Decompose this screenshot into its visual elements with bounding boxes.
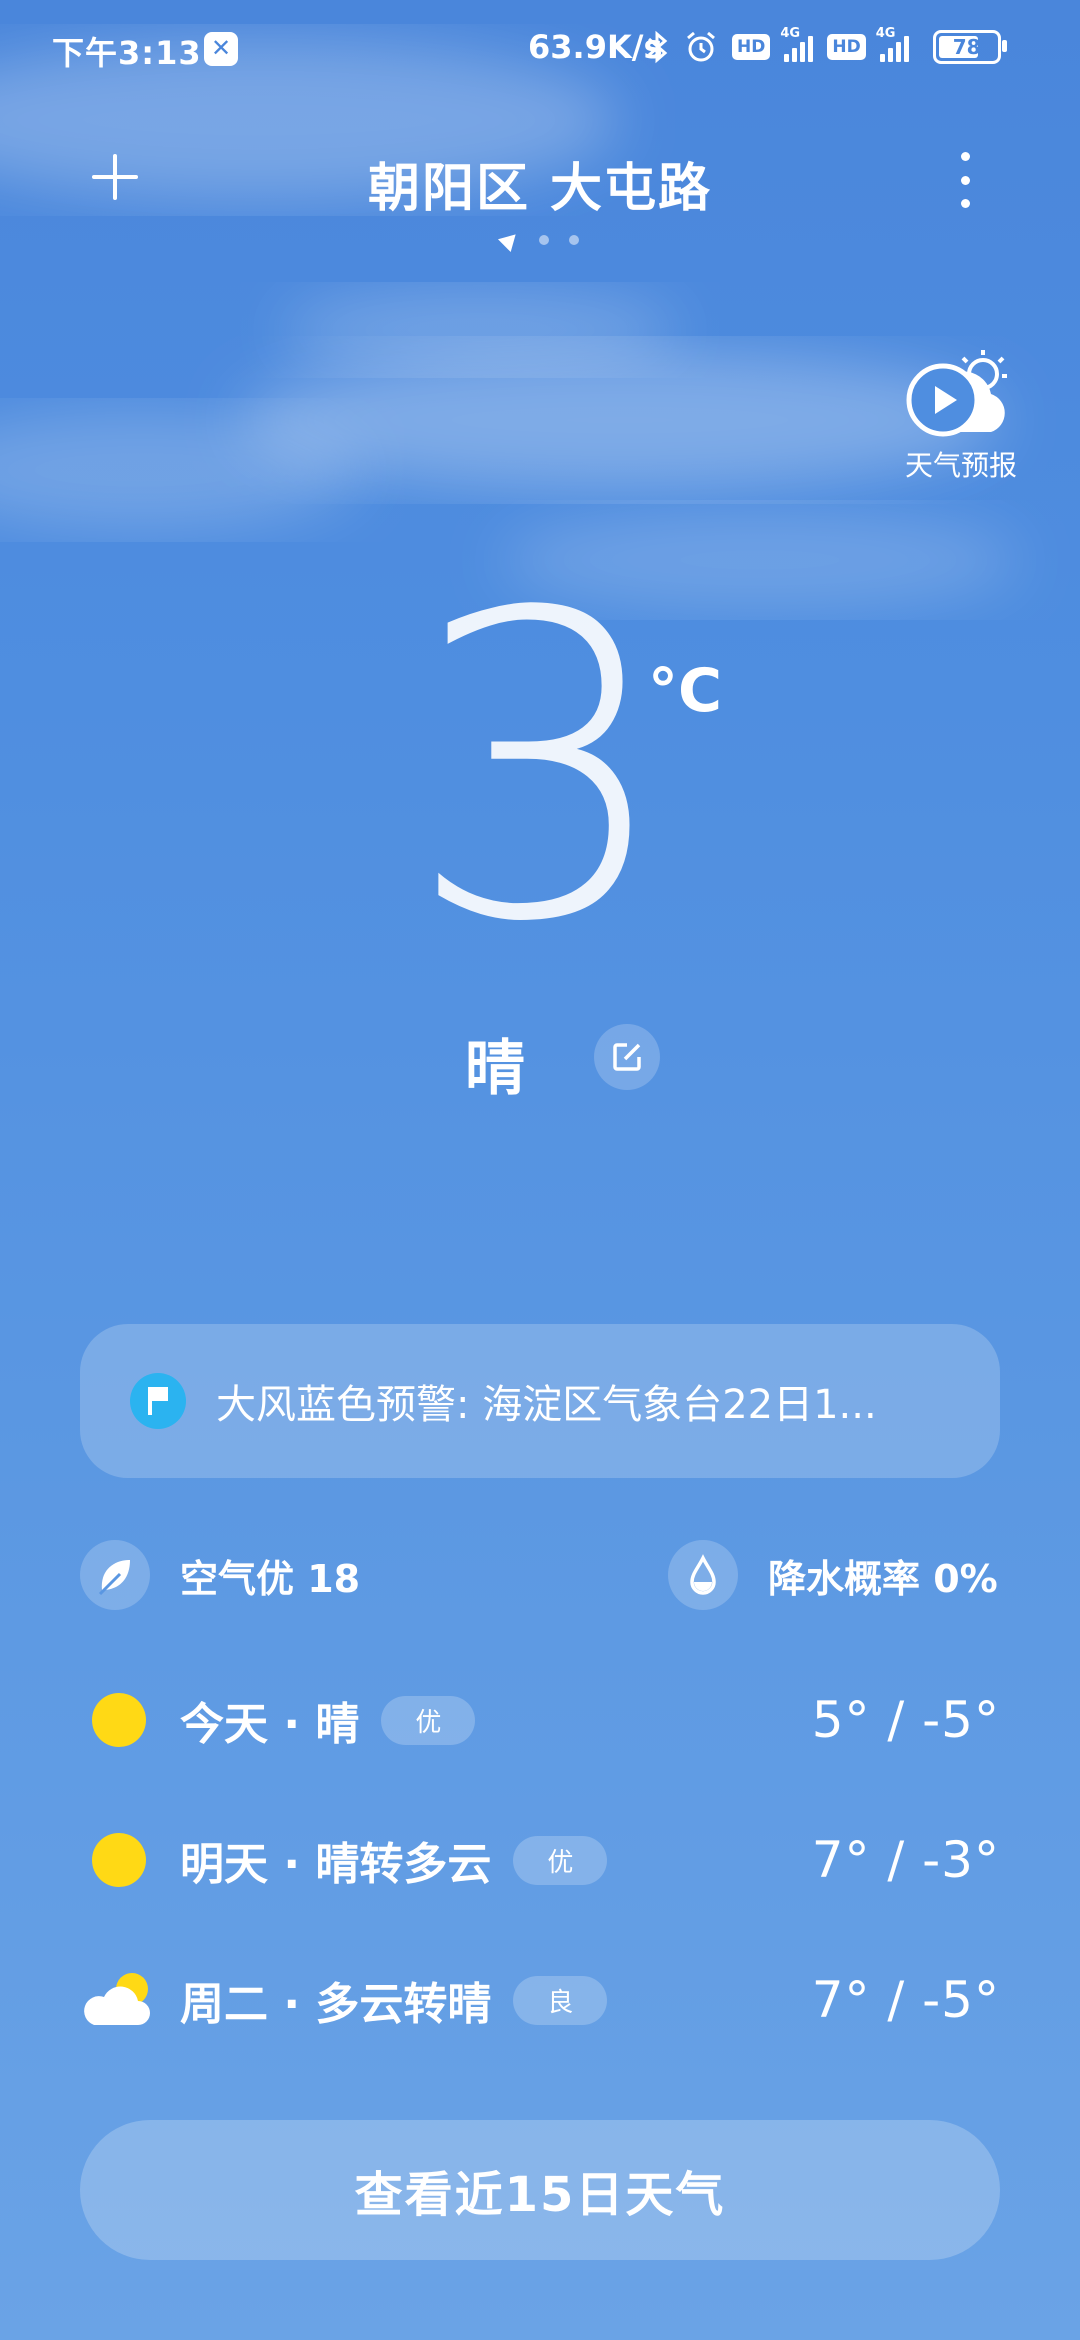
forecast-row-tuesday[interactable]: 周二 · 多云转晴 良 7° / -5°	[80, 1960, 1000, 2040]
forecast-temp: 7° / -5°	[811, 1971, 1000, 2029]
edit-icon	[613, 1043, 641, 1071]
forecast-row-tomorrow[interactable]: 明天 · 晴转多云 优 7° / -3°	[80, 1820, 1000, 1900]
forecast-temp: 5° / -5°	[811, 1691, 1000, 1749]
status-icons: HD 4G HD 4G 78	[646, 26, 1007, 64]
network-type-1: 4G	[780, 26, 801, 41]
weather-forecast-video-button[interactable]: 天气预报	[896, 344, 1026, 484]
weather-condition: 晴	[0, 1020, 1080, 1107]
play-cloud-icon	[906, 350, 1007, 437]
leaf-icon	[80, 1540, 150, 1610]
status-bar: 下午3:13 63.9K/s HD 4G HD 4G 78	[0, 0, 1080, 96]
sun-icon	[80, 1825, 150, 1895]
cloud-sun-icon	[80, 1965, 150, 2035]
battery-level: 78	[952, 35, 981, 59]
page-indicator	[0, 227, 1080, 253]
alert-text: 大风蓝色预警: 海淀区气象台22日1...	[216, 1382, 877, 1428]
more-menu-button[interactable]	[950, 152, 980, 208]
page-dot	[569, 235, 579, 245]
signal-icon-2: 4G	[876, 26, 909, 62]
water-drop-icon	[668, 1540, 738, 1610]
location-title[interactable]: 朝阳区 大屯路	[0, 146, 1080, 221]
forecast-day: 今天 · 晴	[180, 1699, 360, 1750]
forecast-day: 明天 · 晴转多云	[180, 1839, 492, 1890]
forecast-video-label: 天气预报	[904, 449, 1017, 482]
status-time: 下午3:13	[52, 34, 202, 72]
forecast-row-today[interactable]: 今天 · 晴 优 5° / -5°	[80, 1680, 1000, 1760]
forecast-temp: 7° / -3°	[811, 1831, 1000, 1889]
warning-flag-icon	[130, 1373, 186, 1429]
location-arrow-icon	[497, 227, 523, 253]
hd-badge-2: HD	[827, 34, 866, 60]
aqi-badge: 优	[381, 1695, 476, 1745]
precipitation-text: 降水概率 0%	[768, 1556, 998, 1601]
aqi-badge: 良	[513, 1975, 608, 2025]
signal-icon-1: 4G	[780, 26, 814, 62]
page-dot	[539, 235, 549, 245]
condition-text: 晴	[465, 1034, 525, 1104]
alarm-icon	[687, 31, 715, 62]
network-type-2: 4G	[875, 26, 896, 41]
aqi-badge: 优	[513, 1835, 608, 1885]
temperature-value: 3	[406, 525, 674, 1014]
precipitation-info[interactable]: 降水概率 0%	[668, 1540, 998, 1610]
edit-condition-button[interactable]	[594, 1024, 660, 1090]
battery-icon: 78	[932, 30, 1007, 64]
forecast-day: 周二 · 多云转晴	[180, 1979, 492, 2030]
bluetooth-icon	[648, 30, 668, 64]
air-quality-text: 空气优 18	[180, 1556, 361, 1601]
air-quality-info[interactable]: 空气优 18	[80, 1540, 360, 1610]
temperature-unit: °C	[648, 656, 723, 726]
network-speed: 63.9K/s	[528, 28, 663, 66]
hd-badge-1: HD	[732, 34, 771, 60]
current-temperature: 3 °C	[0, 560, 1080, 980]
app-notification-icon	[204, 32, 238, 66]
weather-alert-card[interactable]: 大风蓝色预警: 海淀区气象台22日1...	[80, 1324, 1000, 1478]
sun-icon	[80, 1685, 150, 1755]
view-15-day-forecast-button[interactable]: 查看近15日天气	[80, 2120, 1000, 2260]
